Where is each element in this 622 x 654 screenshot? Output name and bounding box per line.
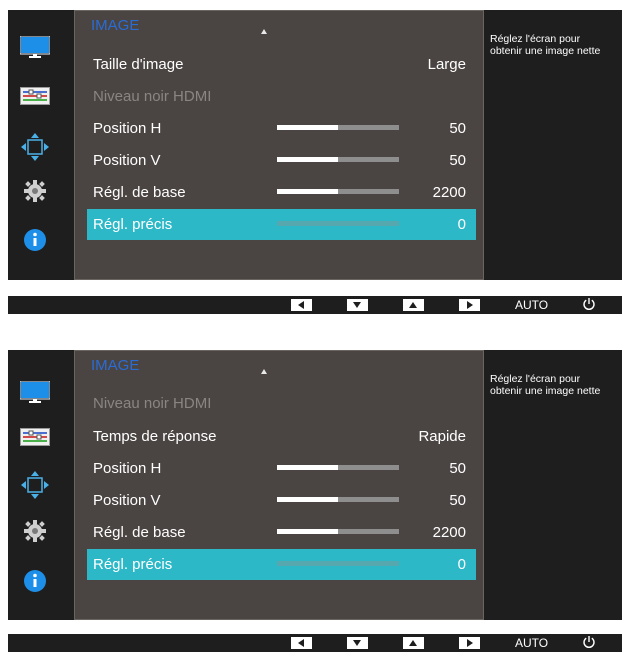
arrow-down-icon[interactable] xyxy=(347,637,368,649)
menu-item-label: Régl. précis xyxy=(93,556,173,573)
menu-item-label: Position V xyxy=(93,492,161,509)
position-arrows-icon[interactable] xyxy=(20,470,50,505)
menu-item-position-v[interactable]: Position V 50 xyxy=(87,145,476,176)
help-text: Réglez l'écran pour obtenir une image ne… xyxy=(490,33,622,57)
menu-item-regl-precis[interactable]: Régl. précis 0 xyxy=(87,549,476,580)
menu-item-value: 0 xyxy=(457,556,466,573)
monitor-icon[interactable] xyxy=(19,35,51,63)
menu-item-regl-base[interactable]: Régl. de base 2200 xyxy=(87,517,476,548)
menu-title: IMAGE xyxy=(91,357,140,374)
arrow-up-icon[interactable] xyxy=(403,637,424,649)
arrow-down-icon[interactable] xyxy=(347,299,368,311)
scroll-up-icon xyxy=(261,369,267,374)
menu-item-label: Régl. précis xyxy=(93,216,173,233)
auto-button[interactable]: AUTO xyxy=(515,298,548,312)
menu-item-label: Position V xyxy=(93,152,161,169)
menu-item-value: 0 xyxy=(457,216,466,233)
menu-item-regl-base[interactable]: Régl. de base 2200 xyxy=(87,177,476,208)
arrow-left-icon[interactable] xyxy=(291,299,312,311)
monitor-icon[interactable] xyxy=(19,380,51,408)
level-bar-fill xyxy=(277,189,338,194)
menu-item-label: Niveau noir HDMI xyxy=(93,395,212,412)
menu-item-niveau-noir-hdmi: Niveau noir HDMI xyxy=(87,81,476,112)
osd-sidebar xyxy=(8,350,72,620)
menu-item-value: 50 xyxy=(449,492,466,509)
menu-item-label: Taille d'image xyxy=(93,56,184,73)
osd-menu: IMAGE Taille d'image Large Niveau noir H… xyxy=(74,10,484,280)
level-bar[interactable] xyxy=(277,497,399,502)
menu-item-value: 2200 xyxy=(432,524,466,541)
level-bar[interactable] xyxy=(277,529,399,534)
level-bar[interactable] xyxy=(277,157,399,162)
arrow-right-icon[interactable] xyxy=(459,299,480,311)
menu-item-label: Régl. de base xyxy=(93,524,186,541)
color-adjust-icon[interactable] xyxy=(20,428,50,451)
level-bar-fill xyxy=(277,125,338,130)
osd-sidebar xyxy=(8,10,72,280)
menu-item-value: Rapide xyxy=(418,428,466,445)
menu-item-value: 2200 xyxy=(432,184,466,201)
menu-item-label: Temps de réponse xyxy=(93,428,217,445)
level-bar[interactable] xyxy=(277,465,399,470)
button-guide-bar: AUTO xyxy=(8,296,622,314)
osd-panel-a: IMAGE Taille d'image Large Niveau noir H… xyxy=(8,10,622,280)
level-bar-fill xyxy=(277,529,338,534)
help-text-line: obtenir une image nette xyxy=(490,45,601,57)
auto-button[interactable]: AUTO xyxy=(515,636,548,650)
osd-menu: IMAGE Niveau noir HDMI Temps de réponse … xyxy=(74,350,484,620)
arrow-left-icon[interactable] xyxy=(291,637,312,649)
info-icon[interactable] xyxy=(24,570,46,597)
help-text: Réglez l'écran pour obtenir une image ne… xyxy=(490,373,622,397)
menu-item-label: Position H xyxy=(93,120,162,137)
menu-item-regl-precis[interactable]: Régl. précis 0 xyxy=(87,209,476,240)
arrow-up-icon[interactable] xyxy=(403,299,424,311)
level-bar[interactable] xyxy=(277,561,399,566)
menu-item-position-h[interactable]: Position H 50 xyxy=(87,453,476,484)
gear-icon[interactable] xyxy=(24,180,46,207)
level-bar-fill xyxy=(277,465,338,470)
menu-item-value: 50 xyxy=(449,460,466,477)
power-icon[interactable] xyxy=(582,635,596,654)
button-guide-bar: AUTO xyxy=(8,634,622,652)
level-bar-fill xyxy=(277,157,338,162)
menu-item-label: Régl. de base xyxy=(93,184,186,201)
level-bar[interactable] xyxy=(277,125,399,130)
menu-item-position-h[interactable]: Position H 50 xyxy=(87,113,476,144)
info-icon[interactable] xyxy=(24,229,46,256)
arrow-right-icon[interactable] xyxy=(459,637,480,649)
level-bar-fill xyxy=(277,497,338,502)
position-arrows-icon[interactable] xyxy=(20,132,50,167)
menu-item-niveau-noir-hdmi: Niveau noir HDMI xyxy=(87,388,476,419)
power-icon[interactable] xyxy=(582,297,596,316)
menu-item-value: Large xyxy=(427,56,466,73)
menu-item-label: Position H xyxy=(93,460,162,477)
menu-title: IMAGE xyxy=(91,17,140,34)
menu-item-temps-reponse[interactable]: Temps de réponse Rapide xyxy=(87,421,476,452)
gear-icon[interactable] xyxy=(24,520,46,547)
menu-item-value: 50 xyxy=(449,120,466,137)
help-text-line: Réglez l'écran pour xyxy=(490,33,581,45)
menu-item-value: 50 xyxy=(449,152,466,169)
level-bar[interactable] xyxy=(277,221,399,226)
scroll-up-icon xyxy=(261,29,267,34)
menu-item-position-v[interactable]: Position V 50 xyxy=(87,485,476,516)
level-bar[interactable] xyxy=(277,189,399,194)
help-text-line: Réglez l'écran pour xyxy=(490,373,581,385)
menu-item-taille-image[interactable]: Taille d'image Large xyxy=(87,49,476,80)
osd-panel-b: IMAGE Niveau noir HDMI Temps de réponse … xyxy=(8,350,622,620)
help-text-line: obtenir une image nette xyxy=(490,385,601,397)
menu-item-label: Niveau noir HDMI xyxy=(93,88,212,105)
color-adjust-icon[interactable] xyxy=(20,87,50,110)
